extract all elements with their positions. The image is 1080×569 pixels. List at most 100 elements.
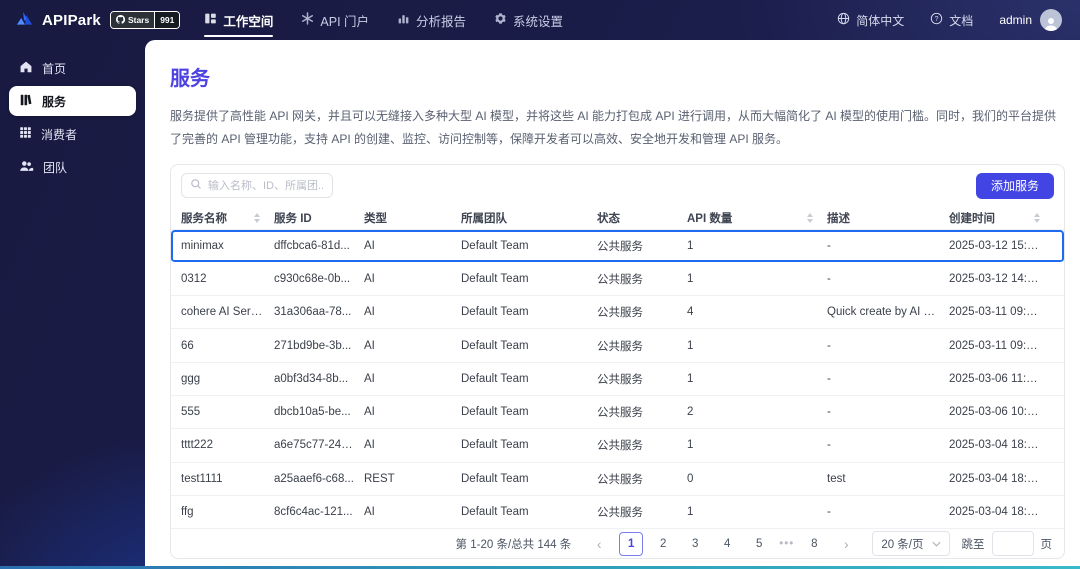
table-row[interactable]: 555 dbcb10a5-be... AI Default Team 公共服务 2 - 202… xyxy=(171,396,1064,430)
sort-icon[interactable] xyxy=(807,212,813,223)
services-icon xyxy=(19,93,33,110)
search-input[interactable] xyxy=(208,179,324,192)
page-button-1[interactable]: 1 xyxy=(619,531,644,556)
column-header-7[interactable]: 创建时间 xyxy=(949,210,1054,226)
add-service-button[interactable]: 添加服务 xyxy=(975,172,1054,199)
top-nav-item-0[interactable]: 工作空间 xyxy=(204,0,274,40)
cell-name: 555 xyxy=(181,406,201,419)
cell-id: dbcb10a5-be... xyxy=(274,406,351,419)
cell-api_count: 1 xyxy=(687,272,694,285)
cell-id: c930c68e-0b... xyxy=(274,272,351,285)
cell-type: AI xyxy=(364,439,375,452)
column-header-0[interactable]: 服务名称 xyxy=(181,210,274,226)
cell-created: 2025-03-06 10:45:35 xyxy=(949,406,1054,419)
table-row[interactable]: tttt222 a6e75c77-246... AI Default Team 公共服务… xyxy=(171,429,1064,463)
cell-api_count: 1 xyxy=(687,239,694,252)
home-icon xyxy=(19,60,33,77)
cell-created: 2025-03-06 11:39:28 xyxy=(949,372,1054,385)
cell-created: 2025-03-04 18:40:42 xyxy=(949,472,1054,485)
language-switcher[interactable]: 简体中文 xyxy=(837,12,904,29)
brand-logo[interactable]: APIPark xyxy=(14,9,101,32)
jump-label: 跳至 xyxy=(961,538,985,551)
sidebar-item-label: 首页 xyxy=(42,61,67,76)
sort-icon[interactable] xyxy=(254,212,260,223)
cell-name: test1111 xyxy=(181,472,223,485)
cell-desc: - xyxy=(827,239,831,252)
sort-icon[interactable] xyxy=(1034,212,1040,223)
sidebar-item-label: 消费者 xyxy=(41,127,78,142)
cell-created: 2025-03-12 14:11:20 xyxy=(949,272,1054,285)
prev-page-icon[interactable]: ‹ xyxy=(587,532,611,556)
sidebar-item-0[interactable]: 首页 xyxy=(9,53,136,83)
github-stars-badge[interactable]: Stars 991 xyxy=(109,10,181,30)
cell-team: Default Team xyxy=(461,272,529,285)
cell-id: a25aaef6-c68... xyxy=(274,472,354,485)
cell-status: 公共服务 xyxy=(597,373,643,386)
cell-api_count: 1 xyxy=(687,439,694,452)
table-row[interactable]: ggg a0bf3d34-8b... AI Default Team 公共服务 1 - 202… xyxy=(171,363,1064,397)
table-row[interactable]: 0312 c930c68e-0b... AI Default Team 公共服务 1 - 20… xyxy=(171,263,1064,297)
search-box[interactable] xyxy=(181,173,333,199)
table-body: minimax dffcbca6-81d... AI Default Team 公共服务… xyxy=(171,230,1064,530)
page-button-2[interactable]: 2 xyxy=(651,532,675,556)
top-navbar: APIPark Stars 991 工作空间 API 门户 分析报告 系统设置 … xyxy=(0,0,1080,40)
cell-type: REST xyxy=(364,472,395,485)
help-icon: ? xyxy=(930,12,943,28)
next-page-icon[interactable]: › xyxy=(834,532,858,556)
page-size-select[interactable]: 20 条/页 xyxy=(872,531,950,557)
table-row[interactable]: test1111 a25aaef6-c68... REST Default Team 公… xyxy=(171,463,1064,496)
main-content: 服务 服务提供了高性能 API 网关，并且可以无缝接入多种大型 AI 模型，并将… xyxy=(145,40,1080,569)
consumers-icon xyxy=(19,126,32,142)
page-button-8[interactable]: 8 xyxy=(802,532,826,556)
cell-api_count: 2 xyxy=(687,406,694,419)
cell-team: Default Team xyxy=(461,472,529,485)
cell-name: ffg xyxy=(181,506,194,519)
column-header-5[interactable]: API 数量 xyxy=(687,210,827,226)
top-nav-item-3[interactable]: 系统设置 xyxy=(494,0,563,40)
page-button-4[interactable]: 4 xyxy=(715,532,739,556)
workspace-icon xyxy=(204,12,217,28)
top-nav-item-2[interactable]: 分析报告 xyxy=(397,0,466,40)
cell-name: cohere AI Service xyxy=(181,306,272,319)
sidebar-item-2[interactable]: 消费者 xyxy=(9,119,136,149)
sidebar-item-label: 团队 xyxy=(43,160,68,175)
cell-id: 8cf6c4ac-121... xyxy=(274,506,353,519)
table-row[interactable]: minimax dffcbca6-81d... AI Default Team 公共服务… xyxy=(171,230,1064,263)
cell-id: 31a306aa-78... xyxy=(274,306,352,319)
cell-api_count: 1 xyxy=(687,372,694,385)
topbar-right: 简体中文 ? 文档 admin xyxy=(837,9,1062,31)
cell-team: Default Team xyxy=(461,306,529,319)
cell-status: 公共服务 xyxy=(597,440,643,453)
cell-name: minimax xyxy=(181,239,224,252)
sidebar-item-1[interactable]: 服务 xyxy=(9,86,136,116)
page-size-value: 20 条/页 xyxy=(881,538,924,551)
chevron-down-icon xyxy=(931,538,941,550)
cell-desc: - xyxy=(827,506,831,519)
cell-desc: - xyxy=(827,372,831,385)
jump-input[interactable] xyxy=(991,531,1034,557)
portal-icon xyxy=(301,12,314,28)
page-ellipsis[interactable]: ••• xyxy=(779,538,794,550)
top-nav-item-1[interactable]: API 门户 xyxy=(301,0,369,40)
page-button-3[interactable]: 3 xyxy=(683,532,707,556)
cell-type: AI xyxy=(364,272,375,285)
table-row[interactable]: ffg 8cf6c4ac-121... AI Default Team 公共服务 1 - 20… xyxy=(171,496,1064,530)
sidebar-item-3[interactable]: 团队 xyxy=(9,152,136,182)
user-menu[interactable]: admin xyxy=(999,9,1062,31)
cell-desc: - xyxy=(827,406,831,419)
avatar xyxy=(1040,9,1062,31)
cell-id: a0bf3d34-8b... xyxy=(274,372,349,385)
page-button-5[interactable]: 5 xyxy=(747,532,771,556)
cell-status: 公共服务 xyxy=(597,240,643,253)
column-header-6: 描述 xyxy=(827,212,850,225)
github-icon xyxy=(115,14,126,26)
cell-name: ggg xyxy=(181,372,201,385)
cell-type: AI xyxy=(364,406,375,419)
table-row[interactable]: cohere AI Service 31a306aa-78... AI Default… xyxy=(171,296,1064,330)
docs-link[interactable]: ? 文档 xyxy=(930,12,973,29)
table-row[interactable]: 66 271bd9be-3b... AI Default Team 公共服务 1 - 2025… xyxy=(171,329,1064,363)
language-label: 简体中文 xyxy=(856,13,905,28)
column-header-3: 所属团队 xyxy=(461,212,507,225)
cell-created: 2025-03-11 09:37:42 xyxy=(949,306,1054,319)
github-stars-label: Stars xyxy=(127,14,150,25)
